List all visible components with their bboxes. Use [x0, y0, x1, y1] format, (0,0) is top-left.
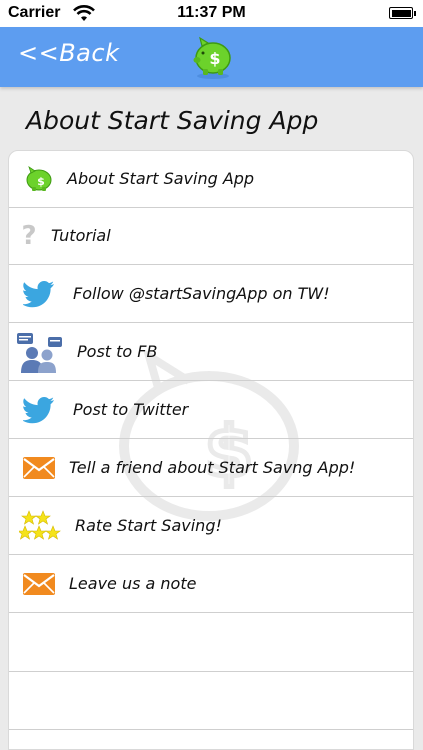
stars-icon [17, 498, 63, 554]
menu-item-label: Post to FB [77, 342, 158, 361]
twitter-bird-icon [17, 266, 61, 322]
menu-item-about[interactable]: $ About Start Saving App [9, 151, 413, 208]
page-title: About Start Saving App [26, 106, 319, 135]
menu-item-label: Leave us a note [69, 574, 197, 593]
menu-item-tutorial[interactable]: ? Tutorial [9, 208, 413, 265]
menu-item-post-twitter[interactable]: Post to Twitter [9, 382, 413, 439]
envelope-icon [17, 440, 61, 496]
menu-list: $ $ About Start Saving App ? Tutorial Fo… [8, 150, 414, 750]
twitter-bird-icon [17, 382, 61, 438]
menu-item-label: Rate Start Saving! [75, 516, 222, 535]
menu-item-label: Follow @startSavingApp on TW! [73, 284, 330, 303]
piggy-bank-dollar-icon: $ [193, 36, 231, 79]
menu-item-tell-friend[interactable]: Tell a friend about Start Savng App! [9, 440, 413, 497]
empty-row [9, 672, 413, 730]
status-bar: Carrier 11:37 PM [0, 0, 423, 27]
menu-item-label: Post to Twitter [73, 400, 189, 419]
battery-icon [389, 7, 416, 19]
menu-item-follow-twitter[interactable]: Follow @startSavingApp on TW! [9, 266, 413, 323]
people-chat-icon [13, 324, 67, 380]
menu-item-leave-note[interactable]: Leave us a note [9, 556, 413, 613]
menu-item-rate[interactable]: Rate Start Saving! [9, 498, 413, 555]
menu-item-label: About Start Saving App [67, 169, 255, 188]
menu-item-label: Tell a friend about Start Savng App! [69, 458, 356, 477]
menu-item-post-fb[interactable]: Post to FB [9, 324, 413, 381]
svg-text:$: $ [37, 175, 45, 188]
piggy-bank-icon: $ [17, 151, 61, 207]
svg-text:$: $ [209, 49, 220, 68]
envelope-icon [17, 556, 61, 612]
empty-row [9, 614, 413, 672]
back-button[interactable]: <<Back [18, 39, 119, 67]
clock: 11:37 PM [177, 4, 246, 21]
menu-item-label: Tutorial [51, 226, 111, 245]
question-mark-icon: ? [21, 221, 37, 251]
navigation-bar: <<Back $ [0, 27, 423, 87]
